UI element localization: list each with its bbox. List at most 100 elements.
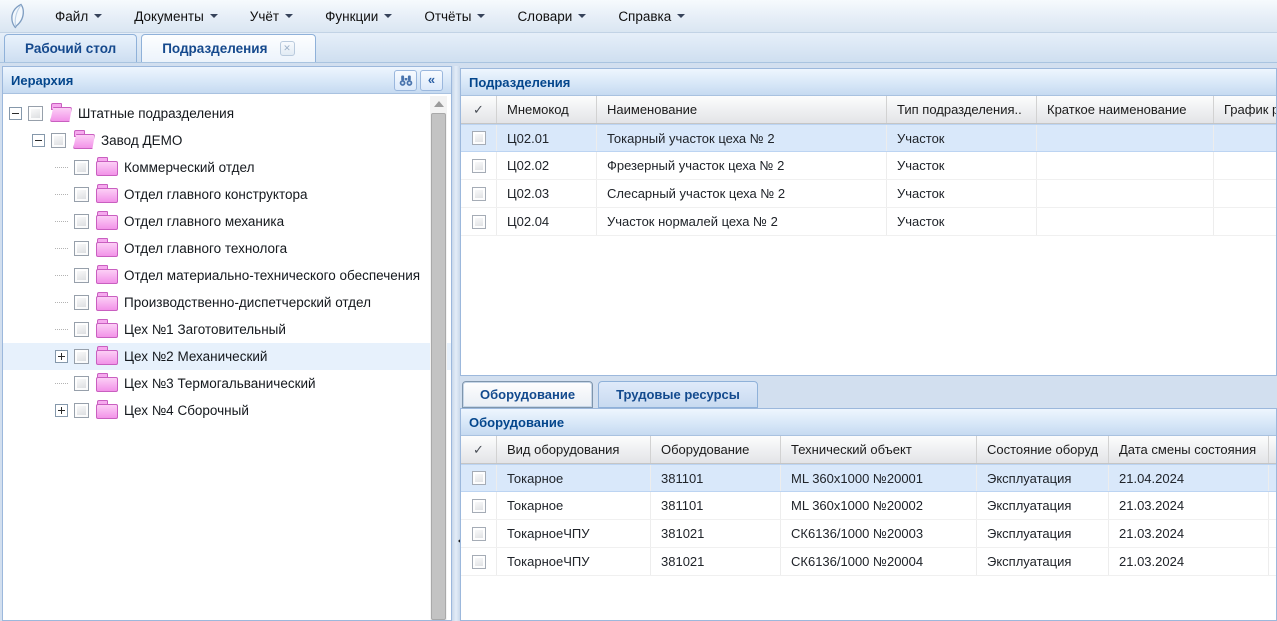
row-checkbox[interactable] (472, 131, 486, 145)
tab-desktop[interactable]: Рабочий стол (4, 34, 137, 62)
column-kind[interactable]: Вид оборудования (497, 436, 651, 463)
close-icon[interactable]: ✕ (280, 41, 295, 56)
departments-panel-header: Подразделения (461, 69, 1276, 96)
department-row[interactable]: Ц02.04 Участок нормалей цеха № 2 Участок (461, 208, 1276, 236)
tree-checkbox[interactable] (74, 268, 89, 283)
cell-tech-object: СК6136/1000 №20003 (781, 520, 977, 547)
cell-equipment: 381021 (651, 548, 781, 575)
department-row[interactable]: Ц02.02 Фрезерный участок цеха № 2 Участо… (461, 152, 1276, 180)
tree-item-chief-mechanic-dept[interactable]: Отдел главного механика (3, 208, 451, 235)
row-checkbox[interactable] (472, 159, 486, 173)
tree-item-commercial-dept[interactable]: Коммерческий отдел (3, 154, 451, 181)
column-equipment[interactable]: Оборудование (651, 436, 781, 463)
row-checkbox[interactable] (472, 527, 486, 541)
column-mnemocode[interactable]: Мнемокод (497, 96, 597, 123)
tree-item-logistics-dept[interactable]: Отдел материально-технического обеспечен… (3, 262, 451, 289)
tree-checkbox[interactable] (74, 160, 89, 175)
menu-file[interactable]: Файл (44, 4, 113, 29)
tree-checkbox[interactable] (74, 187, 89, 202)
equipment-row[interactable]: Токарное 381101 ML 360x1000 №20001 Экспл… (461, 464, 1276, 492)
tab-equipment[interactable]: Оборудование (462, 381, 593, 408)
panel-splitter[interactable] (452, 66, 460, 621)
tree-line (55, 302, 68, 303)
cell-name: Фрезерный участок цеха № 2 (597, 152, 887, 179)
equipment-row[interactable]: ТокарноеЧПУ 381021 СК6136/1000 №20003 Эк… (461, 520, 1276, 548)
chevron-down-icon (285, 14, 293, 22)
cell-equipment: 381101 (651, 465, 781, 491)
cell-tech-object: ML 360x1000 №20001 (781, 465, 977, 491)
tree-item-chief-designer-dept[interactable]: Отдел главного конструктора (3, 181, 451, 208)
menu-dictionaries[interactable]: Словари (506, 4, 597, 29)
tree-checkbox[interactable] (74, 241, 89, 256)
tree-item-shop3[interactable]: Цех №3 Термогальванический (3, 370, 451, 397)
tree-checkbox[interactable] (74, 295, 89, 310)
column-state[interactable]: Состояние оборуд (977, 436, 1109, 463)
tree-item-shop2-selected[interactable]: Цех №2 Механический (3, 343, 451, 370)
tree-item-label: Завод ДЕМО (101, 133, 182, 148)
tree-checkbox[interactable] (74, 349, 89, 364)
tree-line (55, 329, 68, 330)
cell-kind: ТокарноеЧПУ (497, 520, 651, 547)
equipment-panel: Оборудование ✓ Вид оборудования Оборудов… (460, 408, 1277, 621)
menu-bar: Файл Документы Учёт Функции Отчёты Слова… (0, 0, 1277, 33)
tab-labor-resources[interactable]: Трудовые ресурсы (598, 381, 758, 408)
cell-state-date: 21.04.2024 (1109, 465, 1269, 491)
column-check[interactable]: ✓ (461, 96, 497, 123)
menu-reports[interactable]: Отчёты (413, 4, 496, 29)
cell-type: Участок (887, 180, 1037, 207)
cell-mnemocode: Ц02.02 (497, 152, 597, 179)
menu-documents[interactable]: Документы (123, 4, 229, 29)
tree-item-chief-technologist-dept[interactable]: Отдел главного технолога (3, 235, 451, 262)
tree-checkbox[interactable] (51, 133, 66, 148)
tree-item-shop4[interactable]: Цех №4 Сборочный (3, 397, 451, 424)
tree-checkbox[interactable] (74, 376, 89, 391)
department-row[interactable]: Ц02.03 Слесарный участок цеха № 2 Участо… (461, 180, 1276, 208)
tree-checkbox[interactable] (28, 106, 43, 121)
tab-labor-resources-label: Трудовые ресурсы (616, 387, 740, 402)
equipment-row[interactable]: ТокарноеЧПУ 381021 СК6136/1000 №20004 Эк… (461, 548, 1276, 576)
expand-expander-icon[interactable] (55, 350, 68, 363)
collapse-expander-icon[interactable] (9, 107, 22, 120)
tree-item-dispatch-dept[interactable]: Производственно-диспетчерский отдел (3, 289, 451, 316)
column-schedule[interactable]: График р (1214, 96, 1276, 123)
tree-checkbox[interactable] (74, 214, 89, 229)
equipment-grid-header: ✓ Вид оборудования Оборудование Техничес… (461, 436, 1276, 464)
tab-departments[interactable]: Подразделения ✕ (141, 34, 315, 62)
tree-scrollbar[interactable] (430, 96, 447, 620)
collapse-expander-icon[interactable] (32, 134, 45, 147)
tree-checkbox[interactable] (74, 403, 89, 418)
cell-name: Слесарный участок цеха № 2 (597, 180, 887, 207)
row-checkbox[interactable] (472, 499, 486, 513)
tree-item-zavod-demo[interactable]: Завод ДЕМО (3, 127, 451, 154)
menu-functions[interactable]: Функции (314, 4, 403, 29)
tree-line (55, 221, 68, 222)
departments-grid-header: ✓ Мнемокод Наименование Тип подразделени… (461, 96, 1276, 124)
cell-type: Участок (887, 152, 1037, 179)
scrollbar-thumb[interactable] (431, 113, 446, 620)
tree-checkbox[interactable] (74, 322, 89, 337)
scroll-up-button[interactable] (430, 96, 447, 112)
equipment-row[interactable]: Токарное 381101 ML 360x1000 №20002 Экспл… (461, 492, 1276, 520)
tree-item-label: Цех №2 Механический (124, 349, 267, 364)
column-filler (1269, 436, 1277, 463)
row-checkbox[interactable] (472, 187, 486, 201)
collapse-panel-button[interactable]: « (420, 70, 443, 91)
chevron-down-icon (384, 14, 392, 22)
cell-kind: ТокарноеЧПУ (497, 548, 651, 575)
row-checkbox[interactable] (472, 555, 486, 569)
tree-item-shop1[interactable]: Цех №1 Заготовительный (3, 316, 451, 343)
department-row[interactable]: Ц02.01 Токарный участок цеха № 2 Участок (461, 124, 1276, 152)
search-button[interactable] (394, 70, 417, 91)
menu-accounting[interactable]: Учёт (239, 4, 304, 29)
menu-help[interactable]: Справка (607, 4, 696, 29)
column-type[interactable]: Тип подразделения.. (887, 96, 1037, 123)
column-state-date[interactable]: Дата смены состояния (1109, 436, 1269, 463)
tree-item-staff-departments[interactable]: Штатные подразделения (3, 100, 451, 127)
column-check[interactable]: ✓ (461, 436, 497, 463)
row-checkbox[interactable] (472, 471, 486, 485)
row-checkbox[interactable] (472, 215, 486, 229)
column-short-name[interactable]: Краткое наименование (1037, 96, 1214, 123)
expand-expander-icon[interactable] (55, 404, 68, 417)
column-name[interactable]: Наименование (597, 96, 887, 123)
column-tech-object[interactable]: Технический объект (781, 436, 977, 463)
